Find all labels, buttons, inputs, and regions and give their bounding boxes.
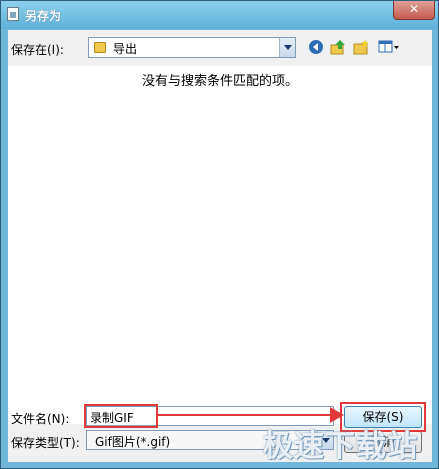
location-label: 保存在(I): [11, 43, 64, 57]
file-list[interactable]: 没有与搜索条件匹配的项。 [8, 66, 432, 424]
highlight-arrow-line [158, 414, 332, 416]
filename-label: 文件名(N): [11, 412, 70, 426]
document-icon [7, 7, 19, 21]
folder-icon [94, 42, 106, 53]
save-as-dialog: 另存为 ✕ 保存在(I): 导出 没有与搜索条件匹配的项。 文件名(N): 录制… [0, 0, 439, 469]
filename-highlight-box [84, 404, 158, 428]
watermark: 极速下载站 [263, 429, 418, 464]
dialog-title: 另存为 [25, 9, 62, 23]
back-icon[interactable] [308, 39, 324, 55]
view-menu-icon[interactable] [378, 39, 400, 55]
chevron-down-icon[interactable] [279, 38, 295, 57]
new-folder-icon[interactable] [353, 39, 369, 55]
filetype-value: Gif图片(*.gif) [95, 435, 171, 449]
up-folder-icon[interactable] [330, 39, 346, 55]
filetype-label: 保存类型(T): [11, 436, 80, 450]
title-bar[interactable]: 另存为 ✕ [1, 1, 438, 29]
empty-message: 没有与搜索条件匹配的项。 [141, 74, 298, 89]
location-value: 导出 [113, 42, 138, 56]
dialog-body: 保存在(I): 导出 没有与搜索条件匹配的项。 文件名(N): 录制GIF 保存… [8, 30, 432, 462]
location-combo[interactable]: 导出 [88, 37, 296, 58]
close-button[interactable]: ✕ [393, 1, 435, 20]
